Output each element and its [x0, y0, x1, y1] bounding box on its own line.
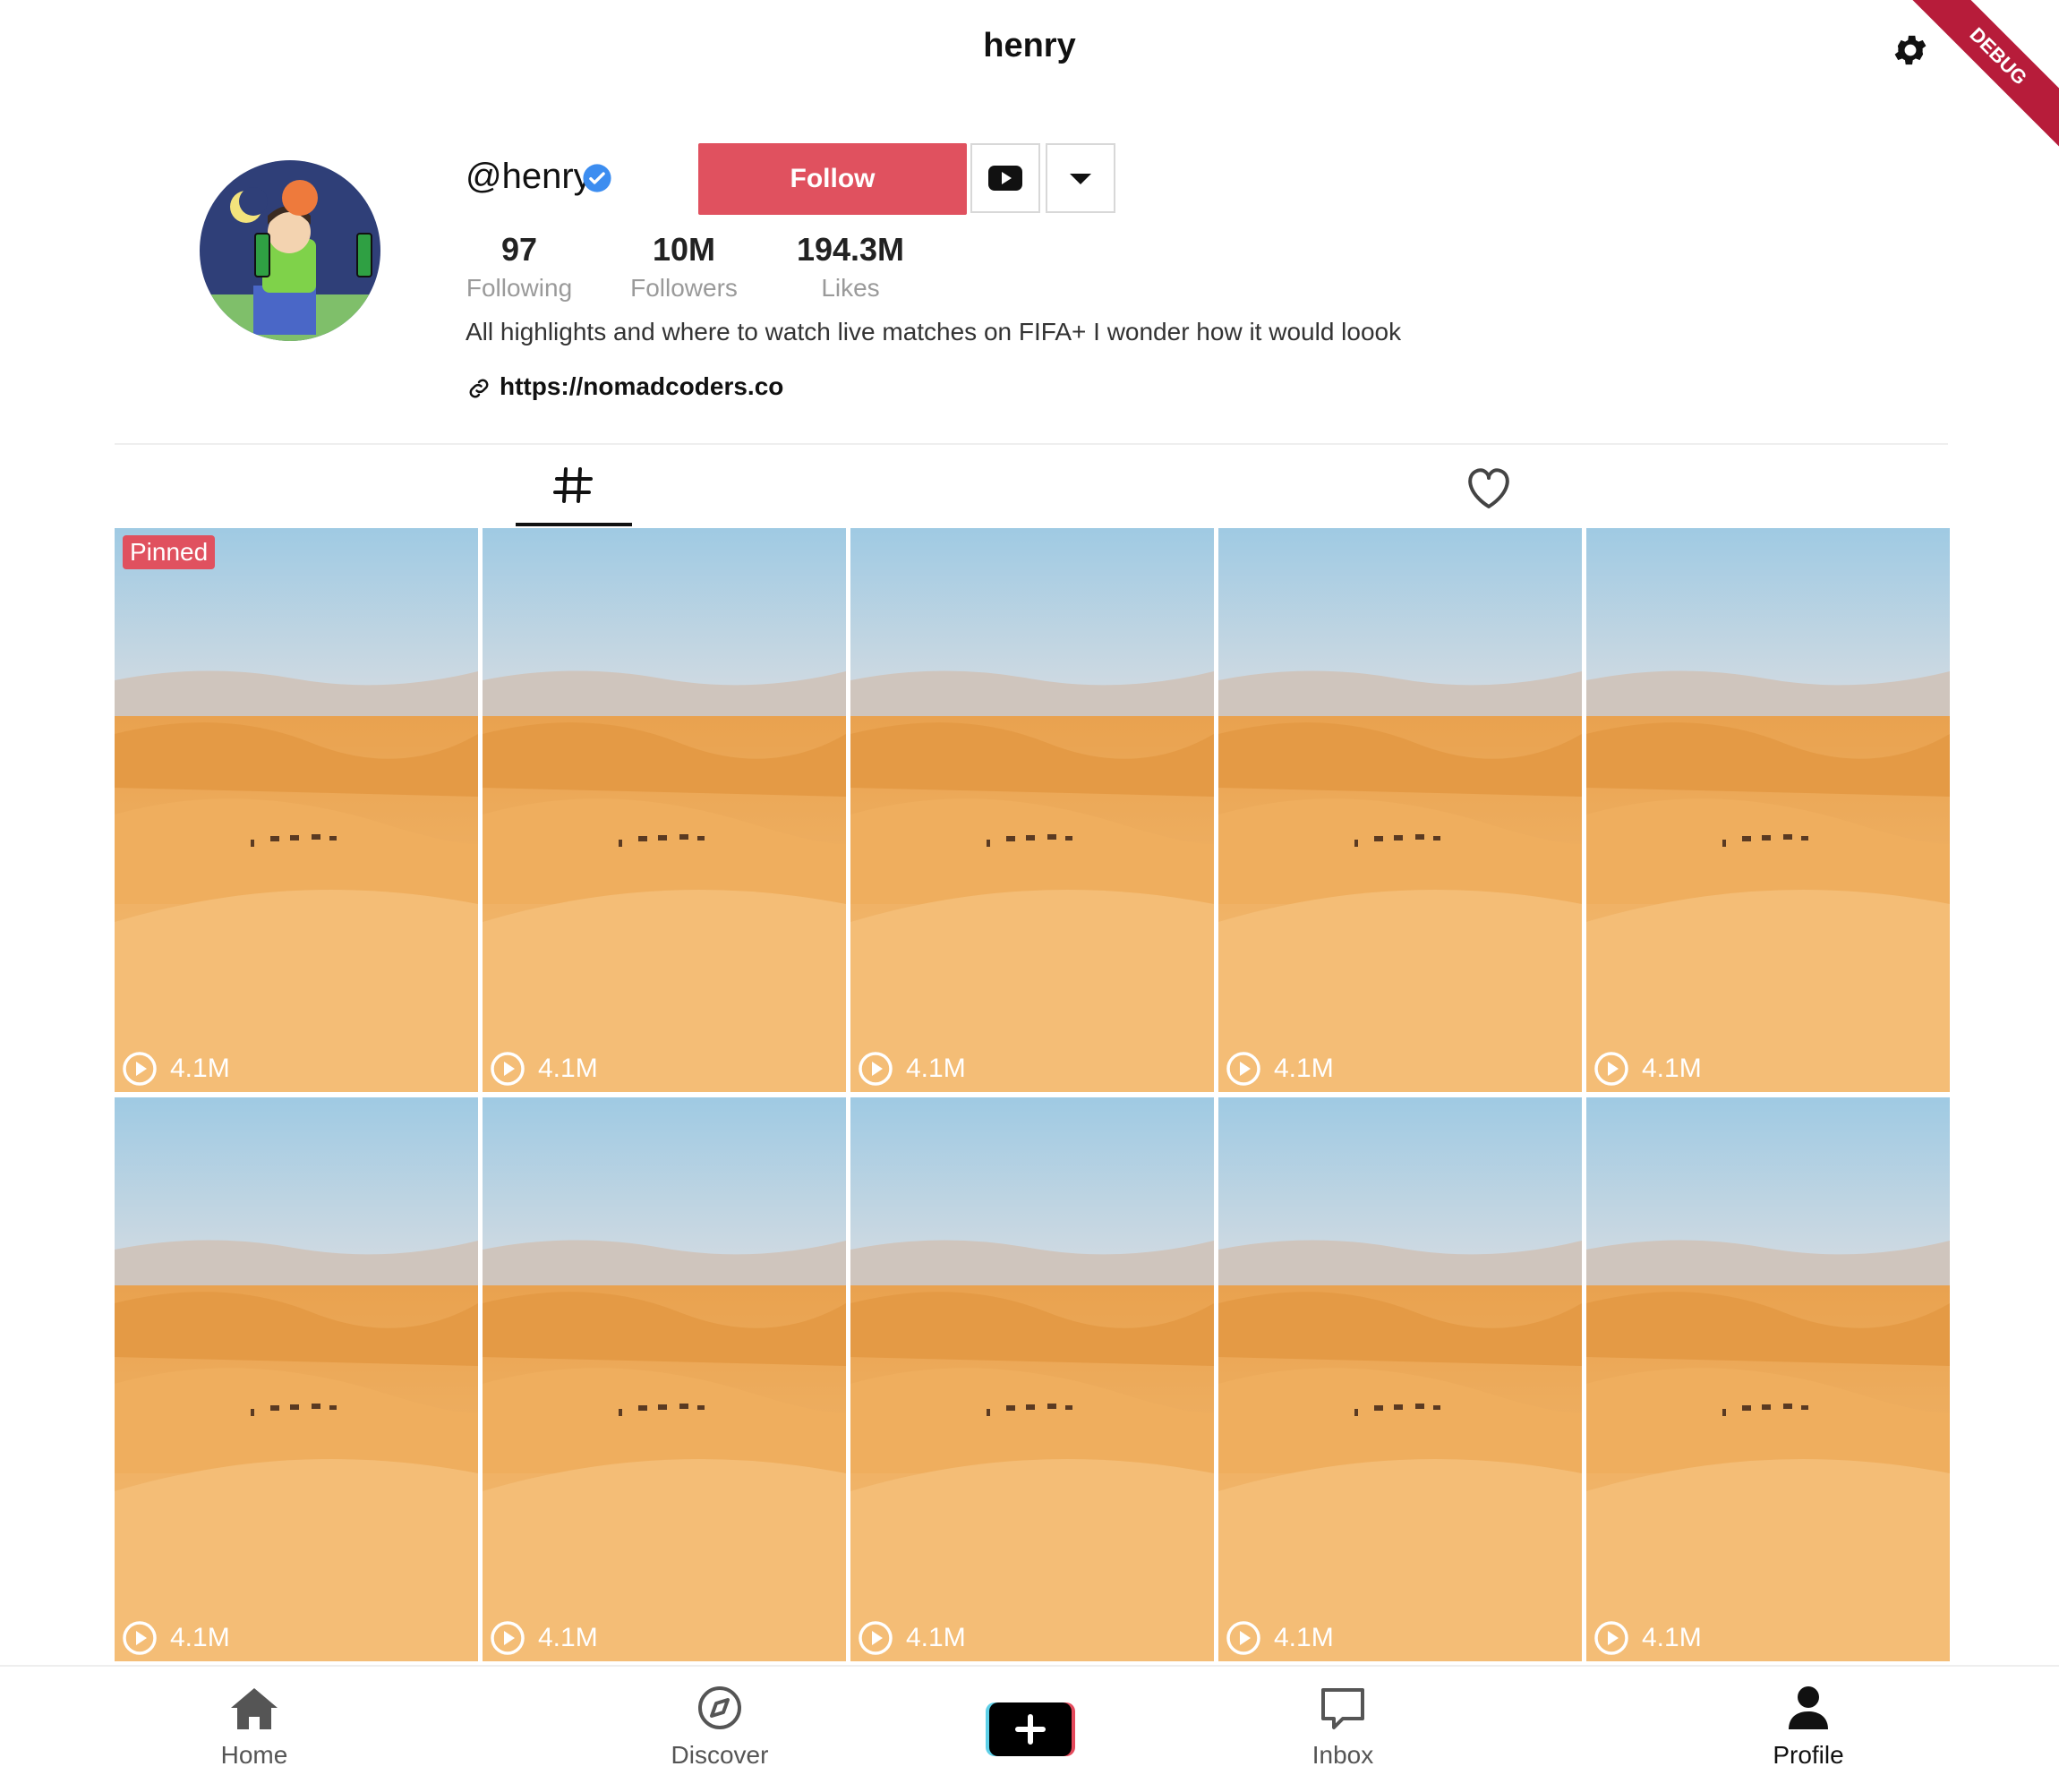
tab-liked[interactable]: [1431, 457, 1547, 528]
nav-label: Discover: [671, 1741, 769, 1769]
video-tile[interactable]: Pinned 4.1M: [115, 528, 478, 1092]
nav-home[interactable]: Home: [165, 1683, 344, 1770]
view-count-text: 4.1M: [906, 1623, 966, 1652]
nav-inbox[interactable]: Inbox: [1253, 1683, 1432, 1770]
view-count-text: 4.1M: [538, 1623, 598, 1652]
divider: [115, 443, 1948, 445]
video-thumbnail: [1586, 1097, 1950, 1661]
video-tile[interactable]: 4.1M: [1218, 528, 1582, 1092]
play-circle-icon: [1226, 1052, 1260, 1086]
youtube-icon: [988, 166, 1022, 191]
nav-label: Home: [220, 1741, 288, 1769]
play-circle-icon: [123, 1621, 157, 1655]
video-tile[interactable]: 4.1M: [1586, 1097, 1950, 1661]
heart-icon: [1468, 468, 1509, 508]
view-count: 4.1M: [122, 1620, 230, 1656]
view-count: 4.1M: [490, 1051, 598, 1087]
view-count: 4.1M: [1226, 1620, 1334, 1656]
video-thumbnail: [850, 528, 1214, 1092]
video-thumbnail: [483, 1097, 846, 1661]
play-circle-icon: [123, 1052, 157, 1086]
verified-badge-icon: [583, 164, 611, 192]
chat-icon: [1321, 1688, 1364, 1729]
more-options-button[interactable]: [1046, 143, 1115, 213]
stat-following[interactable]: 97 Following: [439, 231, 600, 303]
tab-indicator: [516, 523, 632, 526]
view-count: 4.1M: [858, 1051, 966, 1087]
person-icon: [1789, 1686, 1828, 1729]
video-grid: Pinned 4.1M 4.1M 4.1M 4.1M 4.1M 4.1M 4.1…: [115, 528, 1950, 1665]
video-tile[interactable]: 4.1M: [483, 528, 846, 1092]
play-circle-icon: [1594, 1052, 1628, 1086]
video-tile[interactable]: 4.1M: [483, 1097, 846, 1661]
view-count-text: 4.1M: [170, 1623, 230, 1652]
video-tile[interactable]: 4.1M: [115, 1097, 478, 1661]
nav-profile[interactable]: Profile: [1719, 1683, 1898, 1770]
play-circle-icon: [491, 1052, 525, 1086]
home-icon: [231, 1688, 278, 1729]
video-tile[interactable]: 4.1M: [850, 1097, 1214, 1661]
stat-followers[interactable]: 10M Followers: [603, 231, 765, 303]
stat-label: Following: [466, 274, 573, 302]
play-circle-icon: [859, 1052, 893, 1086]
view-count-text: 4.1M: [1274, 1623, 1334, 1652]
compass-icon: [698, 1686, 741, 1729]
stat-value: 10M: [652, 231, 716, 268]
video-thumbnail: [1586, 528, 1950, 1092]
follow-button[interactable]: Follow: [698, 143, 967, 215]
profile-link[interactable]: https://nomadcoders.co: [466, 372, 783, 402]
view-count: 4.1M: [122, 1051, 230, 1087]
view-count-text: 4.1M: [170, 1054, 230, 1083]
view-count: 4.1M: [858, 1620, 966, 1656]
bottom-nav: Home Discover Inbox Profile: [0, 1665, 2059, 1792]
avatar[interactable]: [200, 160, 380, 341]
view-count: 4.1M: [1593, 1051, 1702, 1087]
stat-value: 97: [500, 231, 538, 268]
video-tile[interactable]: 4.1M: [1586, 528, 1950, 1092]
app-bar: henry DEBUG: [0, 0, 2059, 173]
create-post-button[interactable]: [986, 1702, 1075, 1756]
page-title: henry: [983, 27, 1076, 64]
video-thumbnail: [115, 1097, 478, 1661]
play-circle-icon: [1226, 1621, 1260, 1655]
video-thumbnail: [850, 1097, 1214, 1661]
profile-handle: @henry: [466, 157, 592, 196]
video-tile[interactable]: 4.1M: [1218, 1097, 1582, 1661]
youtube-button[interactable]: [970, 143, 1040, 213]
video-thumbnail: [1218, 1097, 1582, 1661]
view-count: 4.1M: [1226, 1051, 1334, 1087]
stat-value: 194.3M: [796, 231, 905, 268]
pinned-badge: Pinned: [123, 535, 216, 569]
view-count-text: 4.1M: [1642, 1054, 1702, 1083]
play-circle-icon: [1594, 1621, 1628, 1655]
profile-bio: All highlights and where to watch live m…: [466, 318, 1402, 346]
view-count-text: 4.1M: [1642, 1623, 1702, 1652]
profile-link-text: https://nomadcoders.co: [500, 372, 784, 400]
play-circle-icon: [859, 1621, 893, 1655]
view-count-text: 4.1M: [906, 1054, 966, 1083]
view-count-text: 4.1M: [1274, 1054, 1334, 1083]
gear-icon[interactable]: [1891, 30, 1930, 70]
video-thumbnail: [115, 528, 478, 1092]
video-thumbnail: [483, 528, 846, 1092]
video-thumbnail: [1218, 528, 1582, 1092]
stat-label: Followers: [630, 274, 738, 302]
nav-label: Inbox: [1311, 1741, 1374, 1769]
caret-down-icon: [1070, 174, 1091, 184]
stat-likes[interactable]: 194.3M Likes: [770, 231, 931, 303]
nav-discover[interactable]: Discover: [630, 1683, 809, 1770]
view-count: 4.1M: [490, 1620, 598, 1656]
grid-icon: [553, 467, 593, 503]
view-count: 4.1M: [1593, 1620, 1702, 1656]
video-tile[interactable]: 4.1M: [850, 528, 1214, 1092]
stat-label: Likes: [821, 274, 880, 302]
nav-label: Profile: [1773, 1741, 1844, 1769]
plus-icon: [986, 1702, 1075, 1756]
play-circle-icon: [491, 1621, 525, 1655]
tab-videos[interactable]: [516, 457, 632, 528]
link-icon: [469, 379, 489, 398]
debug-banner: DEBUG: [1882, 0, 2059, 173]
view-count-text: 4.1M: [538, 1054, 598, 1083]
